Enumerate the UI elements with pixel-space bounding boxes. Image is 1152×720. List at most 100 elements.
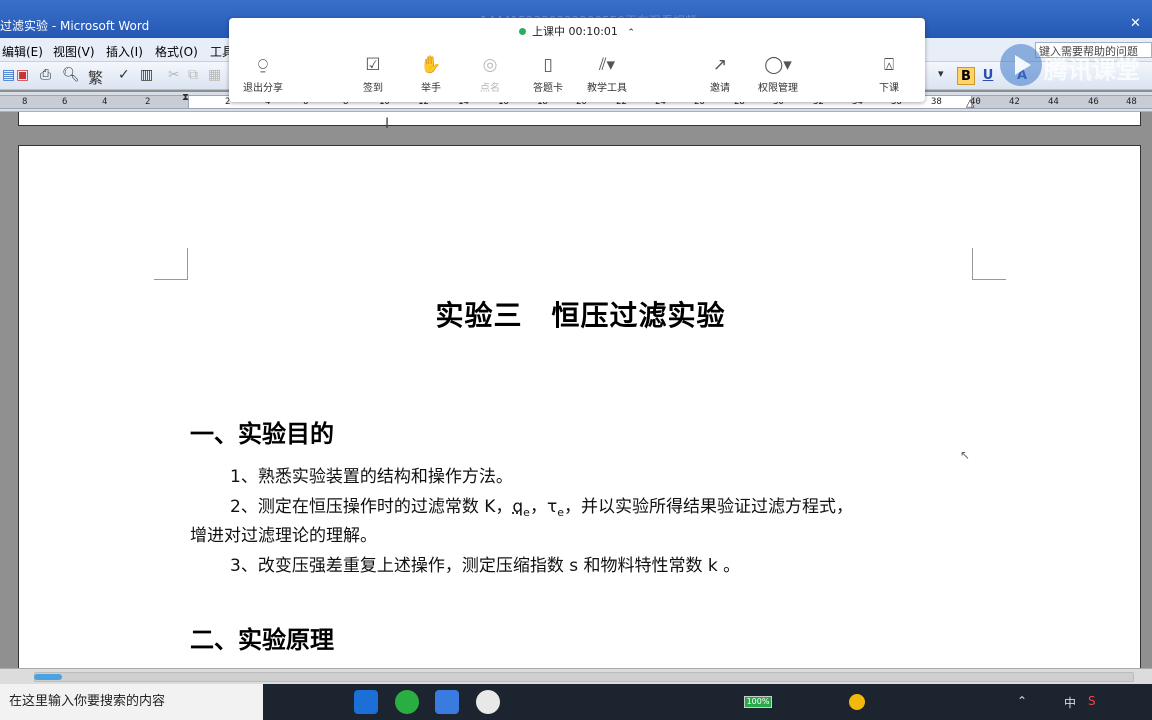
invite-icon: ↗ (712, 55, 728, 75)
paragraph-item-2: 2、测定在恒压操作时的过滤常数 K，qe，τe，并以实验所得结果验证过滤方程式， (230, 492, 853, 519)
crop-mark (972, 248, 1006, 280)
rollcall-label: 点名 (480, 83, 500, 94)
rollcall-icon: ◎ (482, 55, 498, 75)
ruler-tick: 44 (1048, 97, 1059, 107)
traditional-chinese-icon[interactable]: 繁 (88, 67, 103, 88)
right-indent-marker-icon[interactable]: △ (966, 96, 974, 109)
raise-hand-label: 举手 (421, 83, 441, 94)
window-title: 过滤实验 - Microsoft Word (0, 19, 150, 33)
previous-page-bottom (18, 112, 1141, 126)
exit-share-label: 退出分享 (243, 83, 283, 94)
checkin-button[interactable]: ☑ 签到 (341, 54, 405, 94)
tencent-classroom-icon[interactable] (435, 690, 459, 714)
screen: 1444152320322200559正在观看视频 过滤实验 - Microso… (0, 0, 1152, 720)
ruler-tick: 46 (1088, 97, 1099, 107)
section-heading-2: 二、实验原理 (190, 625, 334, 654)
ime-indicator[interactable]: 中 (1064, 694, 1076, 711)
ruler-right-margin (972, 95, 1152, 109)
document-title: 实验三 恒压过滤实验 (435, 299, 726, 332)
permission-label: 权限管理 (758, 83, 798, 94)
rollcall-button[interactable]: ◎ 点名 (458, 54, 522, 94)
underline-button[interactable]: U (979, 67, 997, 85)
end-class-icon: ⍓ (883, 55, 895, 75)
text-cursor-icon: I (385, 116, 390, 132)
crop-mark (154, 248, 188, 280)
teaching-tools-label: 教学工具 (587, 83, 627, 94)
indent-marker-icon[interactable]: ⧗ (182, 92, 189, 103)
ruler-tick: 38 (931, 97, 942, 107)
ruler-tick: 4 (102, 97, 108, 107)
paragraph-item-3: 3、改变压强差重复上述操作，测定压缩指数 s 和物料特性常数 k 。 (230, 556, 741, 576)
permission-button[interactable]: ◯▾ 权限管理 (746, 54, 810, 94)
exit-share-button[interactable]: ⍜ 退出分享 (231, 54, 295, 94)
live-status-dot (519, 28, 527, 35)
invite-button[interactable]: ↗ 邀请 (688, 54, 752, 94)
play-icon (1000, 44, 1042, 86)
sogou-icon[interactable]: S (1088, 694, 1096, 708)
paragraph-item-1: 1、熟悉实验装置的结构和操作方法。 (230, 467, 513, 487)
paste-icon[interactable]: ▦ (208, 67, 221, 83)
checkin-label: 签到 (363, 83, 383, 94)
answer-card-button[interactable]: ▯ 答题卡 (516, 54, 580, 94)
browser-icon[interactable] (354, 690, 378, 714)
bold-button[interactable]: B (957, 67, 975, 85)
exit-share-icon: ⍜ (257, 55, 269, 75)
cut-icon[interactable]: ✂ (168, 67, 180, 83)
invite-label: 邀请 (710, 83, 730, 94)
print-preview-icon[interactable]: 🔍︎ (62, 67, 80, 83)
q-letter: q (512, 497, 524, 517)
checkin-icon: ☑ (365, 55, 381, 75)
spellcheck-icon[interactable]: ✓ (118, 67, 130, 83)
tray-expand-icon[interactable]: ⌃ (1017, 694, 1027, 708)
menu-format[interactable]: 格式(O) (155, 43, 198, 60)
permission-icon: ◯▾ (764, 55, 792, 75)
ruler-tick: 8 (22, 97, 28, 107)
horizontal-scrollbar[interactable] (0, 668, 1152, 684)
progress-indicator (34, 674, 62, 680)
mouse-pointer-icon: ↖ (960, 448, 971, 462)
teaching-tools-button[interactable]: ⫽▾ 教学工具 (575, 54, 639, 94)
taskbar-search-input[interactable]: 在这里输入你要搜索的内容 (0, 684, 263, 720)
raise-hand-icon: ✋ (420, 55, 442, 75)
new-icon[interactable]: ▤ (2, 67, 15, 83)
scroll-thumb[interactable] (34, 672, 1134, 682)
ruler-tick: 2 (145, 97, 151, 107)
answer-card-icon: ▯ (543, 55, 553, 75)
obs-icon[interactable] (476, 690, 500, 714)
research-icon[interactable]: ▥ (140, 67, 153, 83)
q-subscript: e (523, 506, 530, 519)
end-class-button[interactable]: ⍓ 下课 (857, 54, 921, 94)
font-size-dropdown-icon[interactable]: ▾ (938, 67, 944, 80)
qe-symbol: qe (512, 497, 530, 519)
item2-text-b: ，并以实验所得结果验证过滤方程式， (563, 497, 853, 517)
ruler-tick: 42 (1009, 97, 1020, 107)
raise-hand-button[interactable]: ✋ 举手 (399, 54, 463, 94)
tencent-classroom-logo: 腾讯课堂 (1000, 40, 1152, 90)
teaching-tools-icon: ⫽▾ (598, 55, 616, 75)
menu-view[interactable]: 视图(V) (53, 43, 95, 60)
tau-subscript: e (557, 506, 564, 519)
section-heading-1: 一、实验目的 (190, 419, 334, 448)
end-class-label: 下课 (879, 83, 899, 94)
battery-indicator: 100% (744, 696, 772, 708)
tray-app-icon[interactable] (849, 694, 865, 710)
tau-symbol: ，τ (529, 497, 558, 517)
close-icon[interactable]: ✕ (1130, 16, 1141, 31)
logo-text: 腾讯课堂 (1044, 56, 1140, 84)
meeting-toolbar: 上课中 00:10:01 ⌃ ⍜ 退出分享 ☑ 签到 ✋ 举手 ◎ 点名 ▯ 答… (229, 18, 925, 102)
ruler-tick: 48 (1126, 97, 1137, 107)
menu-edit[interactable]: 编辑(E) (2, 43, 43, 60)
answer-card-label: 答题卡 (533, 83, 563, 94)
collapse-chevron-icon[interactable]: ⌃ (627, 28, 635, 38)
ruler-tick: 6 (62, 97, 68, 107)
document-page[interactable]: 实验三 恒压过滤实验 一、实验目的 1、熟悉实验装置的结构和操作方法。 2、测定… (18, 145, 1141, 670)
pdf-icon[interactable]: ▣ (16, 67, 29, 83)
wechat-icon[interactable] (395, 690, 419, 714)
print-icon[interactable]: ⎙ (40, 67, 51, 83)
paragraph-item-2-continued: 增进对过滤理论的理解。 (190, 526, 377, 546)
menu-insert[interactable]: 插入(I) (106, 43, 143, 60)
ruler-left-margin (0, 95, 188, 109)
class-status: 上课中 00:10:01 ⌃ (229, 23, 925, 39)
item2-text-a: 2、测定在恒压操作时的过滤常数 K， (230, 497, 513, 517)
copy-icon[interactable]: ⧉ (188, 67, 198, 83)
